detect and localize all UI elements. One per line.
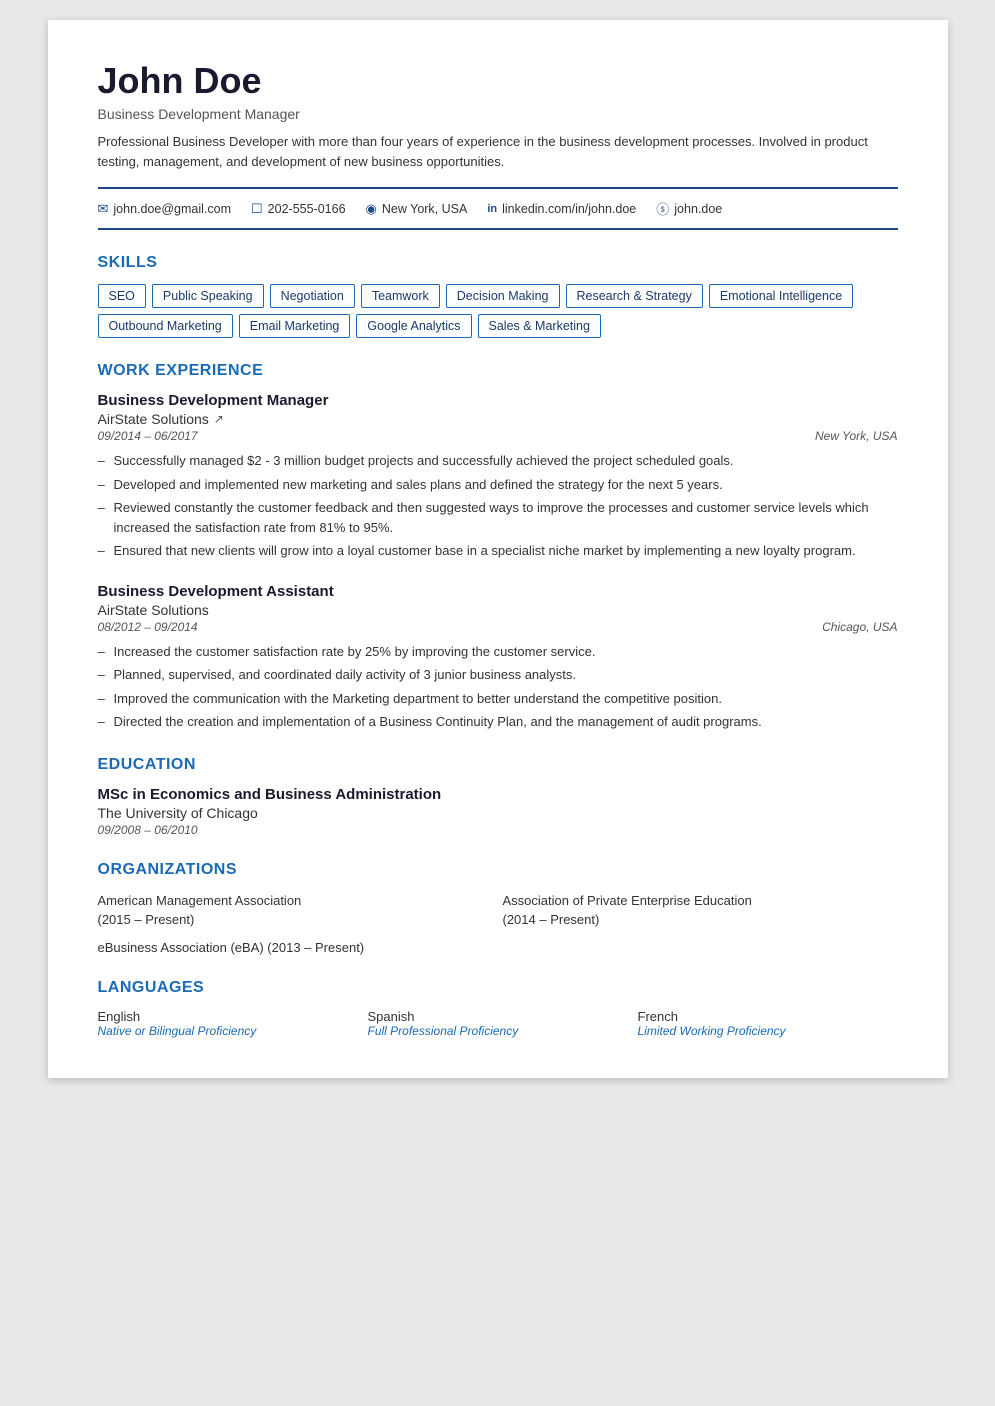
phone-icon: ☐: [251, 201, 263, 217]
skill-tag: Decision Making: [446, 284, 560, 308]
bullet-item: Developed and implemented new marketing …: [98, 475, 898, 495]
skill-tag: Google Analytics: [356, 314, 471, 338]
bullet-item: Successfully managed $2 - 3 million budg…: [98, 451, 898, 471]
resume-container: John Doe Business Development Manager Pr…: [48, 20, 948, 1078]
org-item: eBusiness Association (eBA) (2013 – Pres…: [98, 940, 898, 955]
lang-item: English Native or Bilingual Proficiency: [98, 1009, 358, 1038]
work-entry: Business Development Assistant AirState …: [98, 583, 898, 732]
lang-name: French: [638, 1009, 898, 1024]
header-section: John Doe Business Development Manager Pr…: [98, 60, 898, 171]
skills-list: SEOPublic SpeakingNegotiationTeamworkDec…: [98, 284, 898, 338]
edu-school: The University of Chicago: [98, 805, 898, 821]
skill-tag: Outbound Marketing: [98, 314, 233, 338]
lang-level: Native or Bilingual Proficiency: [98, 1024, 358, 1038]
location-icon: ◉: [366, 201, 377, 217]
bullet-item: Ensured that new clients will grow into …: [98, 541, 898, 561]
lang-item: French Limited Working Proficiency: [638, 1009, 898, 1038]
job-meta: 08/2012 – 09/2014 Chicago, USA: [98, 620, 898, 634]
skill-tag: SEO: [98, 284, 146, 308]
work-entry: Business Development Manager AirState So…: [98, 392, 898, 561]
job-company: AirState Solutions ↗: [98, 411, 898, 427]
job-company: AirState Solutions: [98, 602, 898, 618]
contact-email: ✉ john.doe@gmail.com: [98, 201, 232, 217]
edu-dates: 09/2008 – 06/2010: [98, 823, 898, 837]
skills-section: SKILLS SEOPublic SpeakingNegotiationTeam…: [98, 254, 898, 338]
bullet-item: Improved the communication with the Mark…: [98, 689, 898, 709]
education-section: EDUCATION MSc in Economics and Business …: [98, 756, 898, 837]
education-entry: MSc in Economics and Business Administra…: [98, 786, 898, 837]
skype-icon: ⓢ: [656, 199, 669, 218]
organizations-section: ORGANIZATIONS American Management Associ…: [98, 861, 898, 955]
lang-level: Full Professional Proficiency: [368, 1024, 628, 1038]
contact-skype: ⓢ john.doe: [656, 199, 722, 218]
contact-linkedin: in linkedin.com/in/john.doe: [487, 202, 636, 216]
contact-phone: ☐ 202-555-0166: [251, 201, 346, 217]
job-dates: 09/2014 – 06/2017: [98, 429, 198, 443]
contact-bar: ✉ john.doe@gmail.com ☐ 202-555-0166 ◉ Ne…: [98, 187, 898, 230]
bullet-item: Directed the creation and implementation…: [98, 712, 898, 732]
job-bullets: Successfully managed $2 - 3 million budg…: [98, 451, 898, 561]
job-location: New York, USA: [815, 429, 897, 443]
skill-tag: Teamwork: [361, 284, 440, 308]
org-item: Association of Private Enterprise Educat…: [503, 891, 898, 930]
skill-tag: Negotiation: [270, 284, 355, 308]
linkedin-icon: in: [487, 203, 497, 215]
education-title: EDUCATION: [98, 756, 898, 774]
skill-tag: Sales & Marketing: [478, 314, 601, 338]
skill-tag: Email Marketing: [239, 314, 351, 338]
languages-title: LANGUAGES: [98, 979, 898, 997]
edu-degree: MSc in Economics and Business Administra…: [98, 786, 898, 803]
company-link-icon: ↗: [214, 412, 224, 426]
job-dates: 08/2012 – 09/2014: [98, 620, 198, 634]
work-title: WORK EXPERIENCE: [98, 362, 898, 380]
lang-name: English: [98, 1009, 358, 1024]
bullet-item: Planned, supervised, and coordinated dai…: [98, 665, 898, 685]
email-icon: ✉: [98, 201, 109, 217]
candidate-summary: Professional Business Developer with mor…: [98, 132, 898, 171]
org-grid: American Management Association(2015 – P…: [98, 891, 898, 930]
languages-section: LANGUAGES English Native or Bilingual Pr…: [98, 979, 898, 1038]
work-experience-section: WORK EXPERIENCE Business Development Man…: [98, 362, 898, 732]
organizations-title: ORGANIZATIONS: [98, 861, 898, 879]
candidate-name: John Doe: [98, 60, 898, 102]
skill-tag: Public Speaking: [152, 284, 264, 308]
skills-title: SKILLS: [98, 254, 898, 272]
lang-item: Spanish Full Professional Proficiency: [368, 1009, 628, 1038]
job-title: Business Development Assistant: [98, 583, 898, 600]
bullet-item: Increased the customer satisfaction rate…: [98, 642, 898, 662]
job-bullets: Increased the customer satisfaction rate…: [98, 642, 898, 732]
lang-name: Spanish: [368, 1009, 628, 1024]
job-meta: 09/2014 – 06/2017 New York, USA: [98, 429, 898, 443]
job-location: Chicago, USA: [822, 620, 897, 634]
job-title: Business Development Manager: [98, 392, 898, 409]
work-jobs-container: Business Development Manager AirState So…: [98, 392, 898, 732]
candidate-title: Business Development Manager: [98, 106, 898, 122]
contact-location: ◉ New York, USA: [366, 201, 468, 217]
skill-tag: Emotional Intelligence: [709, 284, 853, 308]
org-item: American Management Association(2015 – P…: [98, 891, 493, 930]
bullet-item: Reviewed constantly the customer feedbac…: [98, 498, 898, 537]
lang-level: Limited Working Proficiency: [638, 1024, 898, 1038]
skill-tag: Research & Strategy: [566, 284, 703, 308]
